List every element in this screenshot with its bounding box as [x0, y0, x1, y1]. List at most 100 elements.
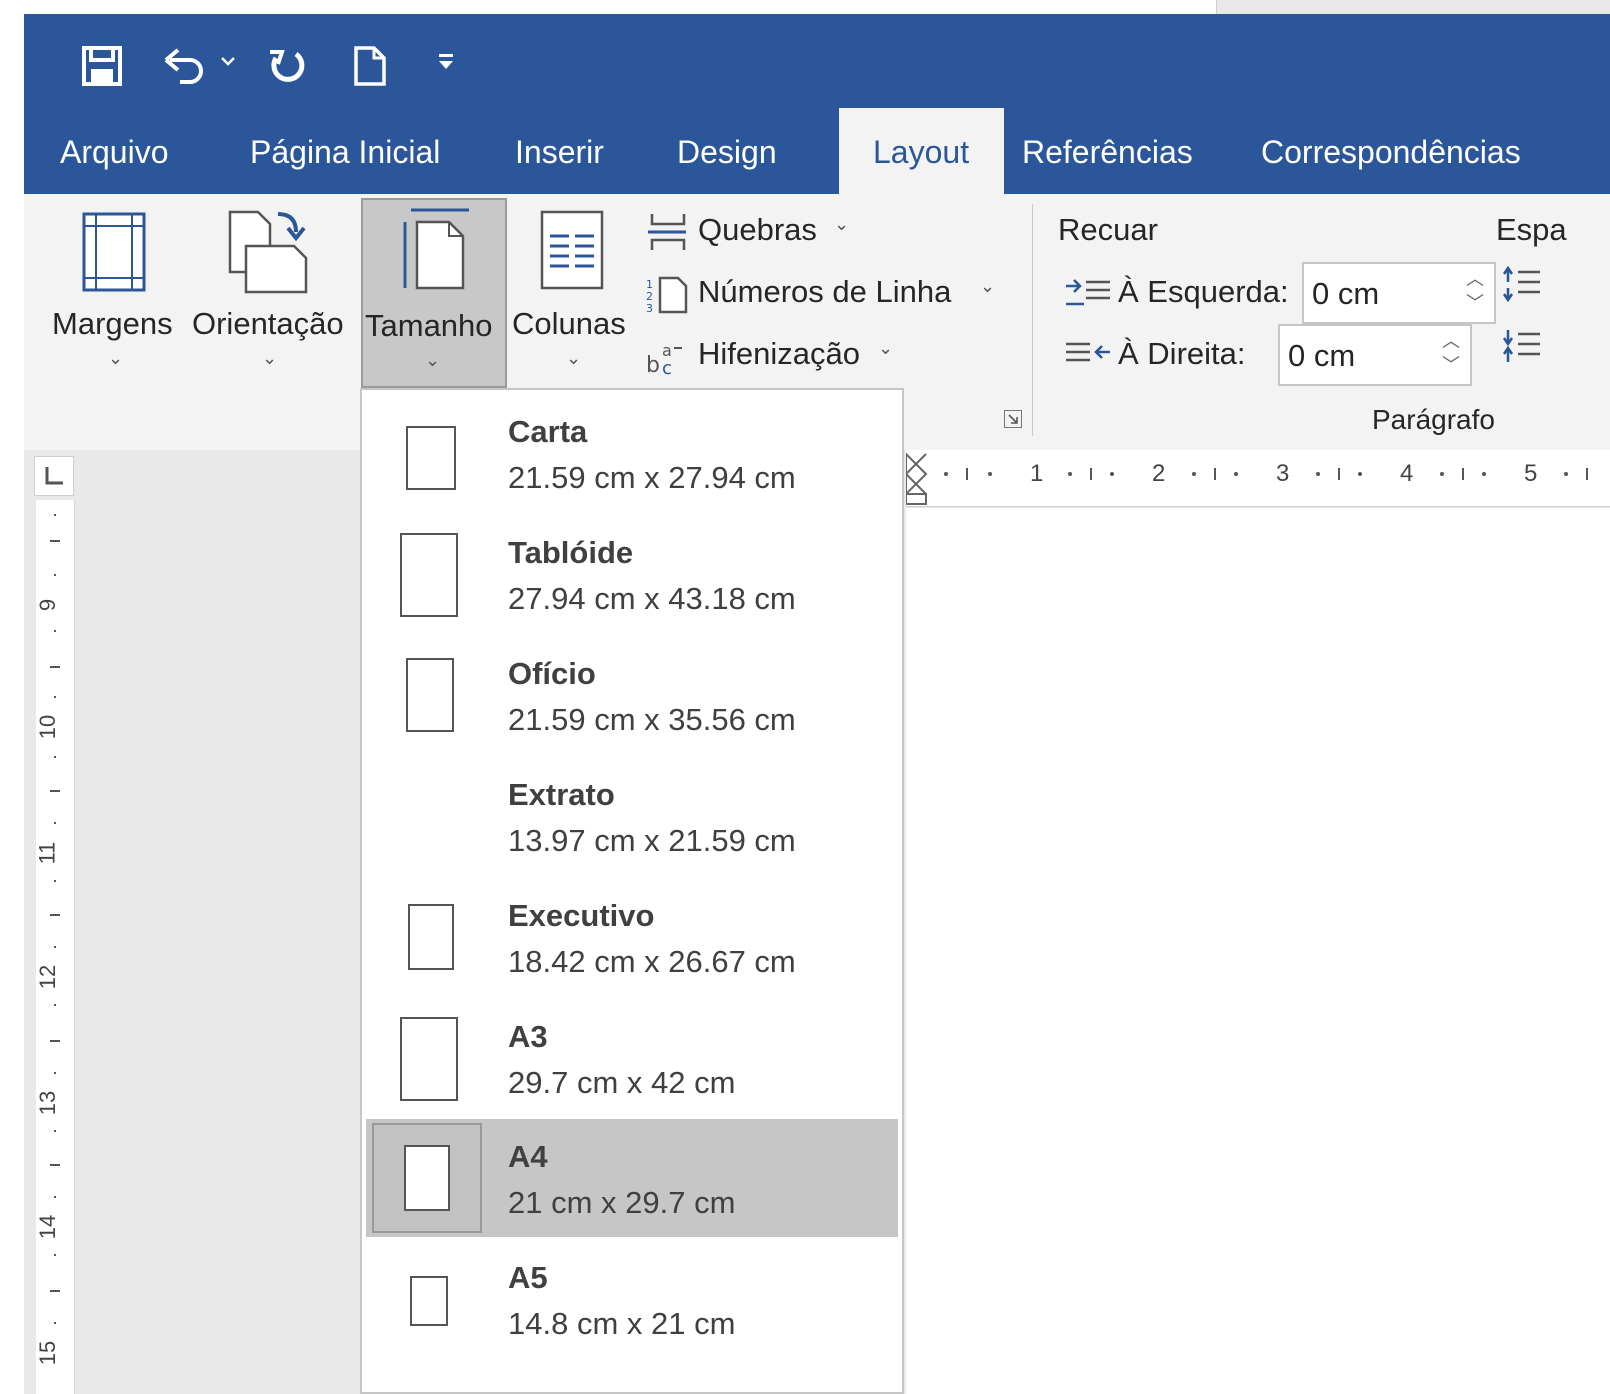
margens-label: Margens [52, 306, 173, 341]
ruler-mark: 13 [35, 1090, 61, 1116]
size-option-a3[interactable]: A3 29.7 cm x 42 cm [366, 999, 898, 1117]
ruler-mark: 10 [35, 714, 61, 740]
size-option-executivo[interactable]: Executivo 18.42 cm x 26.67 cm [366, 878, 898, 996]
document-page[interactable] [906, 508, 1610, 1394]
quebras-button[interactable]: Quebras ⌄ [644, 210, 864, 254]
ruler-mark: 2 [1152, 460, 1166, 487]
page-size-icon [372, 1123, 482, 1233]
size-option-name: Executivo [508, 898, 655, 933]
tamanho-button[interactable]: Tamanho ⌄ [361, 198, 507, 388]
size-option-dims: 29.7 cm x 42 cm [508, 1065, 736, 1100]
hifenizacao-button[interactable]: bac Hifenização ⌄ [644, 334, 904, 378]
page-size-icon [372, 1244, 482, 1354]
tab-selector-icon[interactable] [34, 456, 74, 496]
chevron-down-icon: ⌄ [980, 276, 996, 296]
margins-icon [82, 212, 146, 292]
breaks-icon [648, 214, 686, 250]
colunas-button[interactable]: Colunas ⌄ [510, 198, 634, 388]
indent-left-spinner[interactable]: 0 cm ︿ ﹀ [1302, 262, 1496, 324]
quebras-label: Quebras [698, 212, 817, 247]
ruler-mark: 1 [1030, 460, 1044, 487]
save-icon[interactable] [80, 44, 124, 93]
paragrafo-group-label: Parágrafo [1372, 404, 1495, 435]
tab-inserir[interactable]: Inserir [515, 134, 604, 171]
size-option-dims: 27.94 cm x 43.18 cm [508, 581, 796, 616]
colunas-label: Colunas [512, 306, 626, 341]
margens-button[interactable]: Margens ⌄ [46, 198, 186, 388]
size-option-a4[interactable]: A4 21 cm x 29.7 cm [366, 1119, 898, 1237]
undo-icon[interactable] [162, 44, 208, 93]
size-option-oficio[interactable]: Ofício 21.59 cm x 35.56 cm [366, 636, 898, 754]
page-size-icon [372, 519, 482, 629]
size-option-dims: 13.97 cm x 21.59 cm [508, 823, 796, 858]
size-option-name: Extrato [508, 777, 615, 812]
tab-arquivo[interactable]: Arquivo [60, 134, 169, 171]
window-edge [1216, 0, 1610, 14]
chevron-down-icon: ⌄ [566, 348, 582, 368]
size-option-dims: 18.42 cm x 26.67 cm [508, 944, 796, 979]
size-option-dims: 14.8 cm x 21 cm [508, 1306, 736, 1341]
indent-right-icon [1066, 342, 1110, 362]
customize-qat-icon[interactable] [436, 50, 456, 79]
redo-icon[interactable] [266, 44, 310, 93]
tab-correspondencias[interactable]: Correspondências [1261, 134, 1521, 171]
page-setup-launcher-icon[interactable] [1004, 410, 1022, 428]
ribbon-tabs: Arquivo Página Inicial Inserir Design La… [24, 108, 1610, 194]
indent-left-icon [1066, 279, 1110, 306]
orientation-icon [228, 210, 308, 294]
spin-up-icon[interactable]: ︿ [1466, 270, 1484, 288]
title-bar [24, 14, 1610, 110]
page-size-icon [372, 640, 482, 750]
size-option-name: A5 [508, 1260, 548, 1295]
tab-pagina-inicial[interactable]: Página Inicial [250, 134, 440, 171]
svg-text:b: b [646, 353, 660, 376]
size-option-a5[interactable]: A5 14.8 cm x 21 cm [366, 1240, 898, 1358]
horizontal-ruler[interactable]: 1 2 3 4 5 [906, 450, 1610, 507]
tab-layout[interactable]: Layout [839, 108, 1004, 194]
size-icon [403, 208, 469, 290]
size-dropdown-menu: Carta 21.59 cm x 27.94 cm Tablóide 27.94… [360, 388, 904, 1394]
spacing-after-icon[interactable] [1502, 328, 1542, 364]
ruler-mark: 9 [35, 598, 61, 612]
indent-left-value: 0 cm [1312, 276, 1380, 311]
size-option-extrato[interactable]: Extrato 13.97 cm x 21.59 cm [366, 757, 898, 875]
tamanho-label: Tamanho [365, 308, 493, 343]
orientacao-button[interactable]: Orientação ⌄ [190, 198, 350, 388]
size-option-carta[interactable]: Carta 21.59 cm x 27.94 cm [366, 394, 898, 512]
undo-dropdown-chevron-icon[interactable] [220, 54, 236, 72]
new-document-icon[interactable] [350, 44, 390, 93]
orientacao-label: Orientação [192, 306, 344, 341]
indent-right-value: 0 cm [1288, 338, 1356, 373]
tab-layout-label: Layout [873, 134, 970, 170]
page-size-icon [372, 398, 482, 508]
size-option-name: Tablóide [508, 535, 634, 570]
spin-up-icon[interactable]: ︿ [1442, 332, 1460, 350]
ruler-ticks [906, 452, 1588, 505]
tab-design[interactable]: Design [677, 134, 777, 171]
size-option-dims: 21 cm x 29.7 cm [508, 1185, 736, 1220]
spin-down-icon[interactable]: ﹀ [1466, 294, 1484, 312]
recuar-heading: Recuar [1058, 212, 1158, 247]
tab-referencias[interactable]: Referências [1022, 134, 1193, 171]
ruler-mark: 12 [35, 964, 61, 990]
spacing-before-icon[interactable] [1502, 266, 1542, 302]
vertical-ruler[interactable]: 9 10 11 12 13 14 15 [34, 500, 75, 1394]
columns-icon [540, 210, 604, 290]
hifenizacao-label: Hifenização [698, 336, 860, 371]
indent-right-spinner[interactable]: 0 cm ︿ ﹀ [1278, 324, 1472, 386]
ruler-mark: 3 [1276, 460, 1290, 487]
spin-down-icon[interactable]: ﹀ [1442, 356, 1460, 374]
page-size-icon [372, 882, 482, 992]
size-option-dims: 21.59 cm x 27.94 cm [508, 460, 796, 495]
numeros-de-linha-button[interactable]: 123 Números de Linha ⌄ [644, 272, 1004, 316]
size-option-tabloide[interactable]: Tablóide 27.94 cm x 43.18 cm [366, 515, 898, 633]
espacamento-heading: Espa [1496, 212, 1567, 247]
ruler-mark: 14 [35, 1214, 61, 1240]
ruler-mark: 5 [1524, 460, 1538, 487]
line-numbers-icon: 123 [646, 276, 688, 314]
svg-text:c: c [662, 358, 672, 376]
size-option-name: A3 [508, 1019, 548, 1054]
size-option-name: Carta [508, 414, 588, 449]
ruler-mark: 11 [34, 841, 60, 865]
direita-label: À Direita: [1118, 336, 1246, 371]
